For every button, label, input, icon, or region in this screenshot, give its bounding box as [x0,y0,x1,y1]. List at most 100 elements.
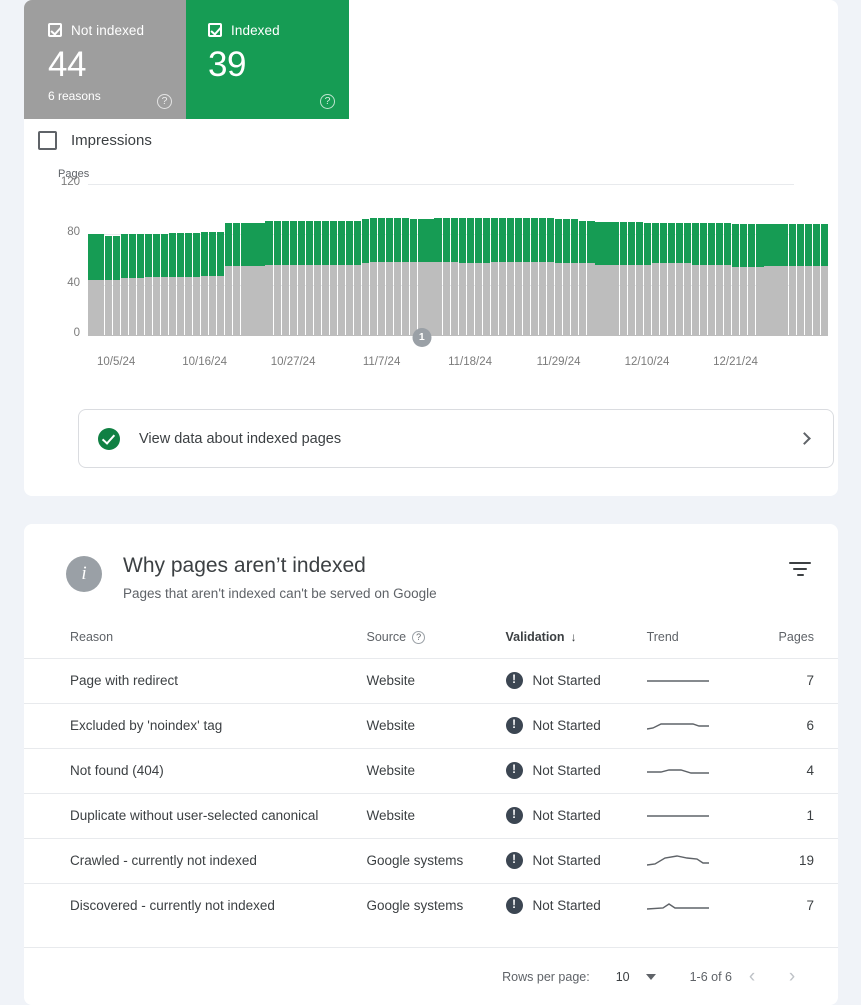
metric-card-indexed[interactable]: Indexed 39 ? [186,0,349,119]
chart-bar[interactable] [386,184,394,335]
chart-bar[interactable] [643,184,651,335]
help-icon-source[interactable]: ? [412,631,425,644]
chart-bar[interactable] [659,184,667,335]
help-icon-indexed[interactable]: ? [320,94,335,109]
chart-bar[interactable] [442,184,450,335]
chart-bar[interactable] [683,184,691,335]
chart-bar[interactable] [482,184,490,335]
chart-bar[interactable] [249,184,257,335]
chart-bar[interactable] [217,184,225,335]
chart-bar[interactable] [265,184,273,335]
chart-bar[interactable] [595,184,603,335]
chart-bar[interactable] [257,184,265,335]
chart-bar[interactable] [700,184,708,335]
checkbox-indexed[interactable] [208,23,222,37]
chart-bar[interactable] [144,184,152,335]
metric-card-not-indexed[interactable]: Not indexed 44 6 reasons ? [24,0,186,119]
chart-bar[interactable] [88,184,96,335]
chart-bar[interactable] [233,184,241,335]
chart-bar[interactable] [426,184,434,335]
chart-bar[interactable] [346,184,354,335]
chart-bar[interactable] [96,184,104,335]
chart-bar[interactable] [337,184,345,335]
chart-bar[interactable] [523,184,531,335]
chart-bar[interactable] [466,184,474,335]
chart-bar[interactable] [603,184,611,335]
table-row[interactable]: Crawled - currently not indexedGoogle sy… [24,838,838,883]
chart-bar[interactable] [716,184,724,335]
chart-bar[interactable] [305,184,313,335]
chart-plot-area[interactable] [88,184,828,335]
chart-bar[interactable] [651,184,659,335]
chart-bar[interactable] [104,184,112,335]
chart-bar[interactable] [780,184,788,335]
chart-bar[interactable] [740,184,748,335]
chart-bar[interactable] [812,184,820,335]
chart-bar[interactable] [667,184,675,335]
chart-bar[interactable] [555,184,563,335]
chart-bar[interactable] [563,184,571,335]
chart-bar[interactable] [434,184,442,335]
chart-bar[interactable] [209,184,217,335]
chart-bar[interactable] [201,184,209,335]
chart-bar[interactable] [362,184,370,335]
chart-bar[interactable] [474,184,482,335]
previous-page-button[interactable]: ‹ [732,966,772,988]
filter-icon[interactable] [788,562,812,580]
table-row[interactable]: Discovered - currently not indexedGoogle… [24,883,838,928]
rows-per-page-select[interactable]: 10 [616,970,656,984]
chart-bar[interactable] [402,184,410,335]
chart-bar[interactable] [764,184,772,335]
table-row[interactable]: Excluded by 'noindex' tagWebsite!Not Sta… [24,703,838,748]
chart-bar[interactable] [370,184,378,335]
chart-bar[interactable] [128,184,136,335]
chart-bar[interactable] [490,184,498,335]
column-header-trend[interactable]: Trend [647,622,758,658]
chart-bar[interactable] [547,184,555,335]
chart-bar[interactable] [724,184,732,335]
chart-bar[interactable] [820,184,828,335]
checkbox-impressions[interactable] [38,131,57,150]
chart-bar[interactable] [587,184,595,335]
checkbox-not-indexed[interactable] [48,23,62,37]
chart-bar[interactable] [193,184,201,335]
view-indexed-pages-banner[interactable]: View data about indexed pages [78,409,834,468]
column-header-source[interactable]: Source? [367,622,506,658]
chart-bar[interactable] [450,184,458,335]
chart-bar[interactable] [378,184,386,335]
chart-bar[interactable] [458,184,466,335]
chart-bar[interactable] [418,184,426,335]
chart-bar[interactable] [185,184,193,335]
chart-bar[interactable] [506,184,514,335]
chart-bar[interactable] [297,184,305,335]
chart-bar[interactable] [708,184,716,335]
chart-bar[interactable] [579,184,587,335]
column-header-pages[interactable]: Pages [757,622,838,658]
chart-bar[interactable] [225,184,233,335]
chart-bar[interactable] [675,184,683,335]
table-row[interactable]: Duplicate without user-selected canonica… [24,793,838,838]
chart-bar[interactable] [692,184,700,335]
chart-bar[interactable] [748,184,756,335]
chart-bar[interactable] [619,184,627,335]
chart-bar[interactable] [136,184,144,335]
chart-bar[interactable] [394,184,402,335]
help-icon-not-indexed[interactable]: ? [157,94,172,109]
chart-bar[interactable] [804,184,812,335]
chart-bar[interactable] [571,184,579,335]
chart-annotation-marker[interactable]: 1 [412,328,431,347]
chart-bar[interactable] [281,184,289,335]
chart-bar[interactable] [788,184,796,335]
chart-bar[interactable] [635,184,643,335]
chart-bar[interactable] [796,184,804,335]
chart-bar[interactable] [329,184,337,335]
table-row[interactable]: Page with redirectWebsite!Not Started7 [24,658,838,703]
impressions-toggle[interactable]: Impressions [38,131,152,150]
chart-bar[interactable] [241,184,249,335]
chart-bar[interactable] [732,184,740,335]
chart-bar[interactable] [531,184,539,335]
chart-bar[interactable] [273,184,281,335]
chart-bar[interactable] [627,184,635,335]
chart-bar[interactable] [152,184,160,335]
chart-bar[interactable] [756,184,764,335]
